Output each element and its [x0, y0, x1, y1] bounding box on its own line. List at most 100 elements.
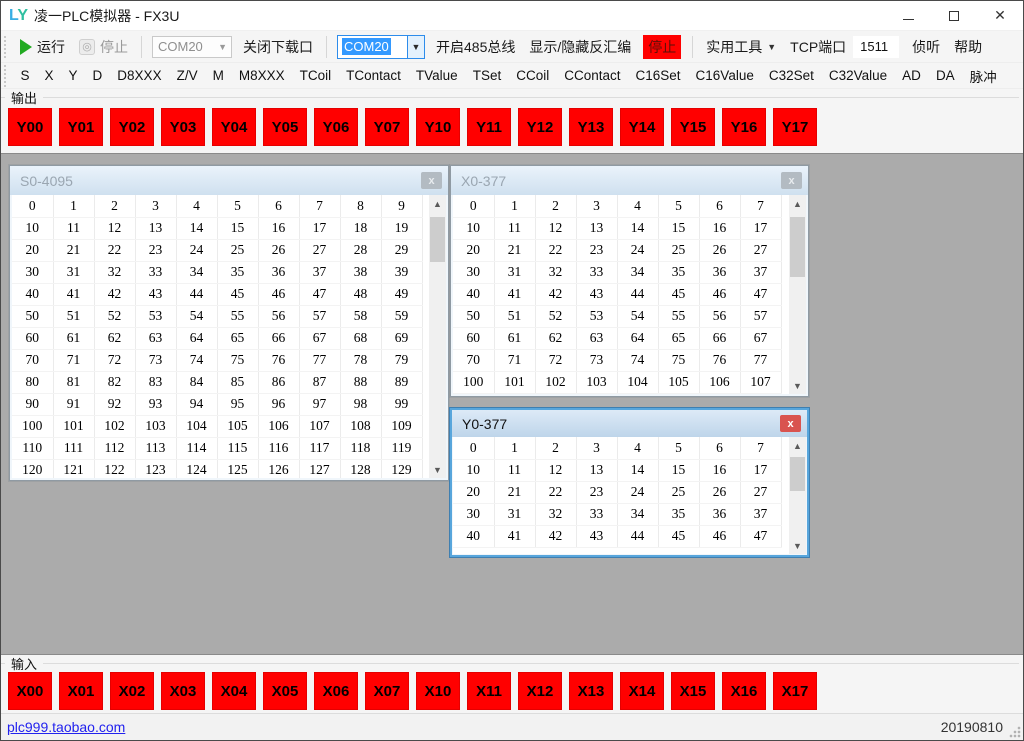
grid-cell-42[interactable]: 42 — [94, 283, 135, 305]
grid-cell-16[interactable]: 16 — [699, 217, 740, 239]
grid-cell-25[interactable]: 25 — [658, 239, 699, 261]
grid-cell-62[interactable]: 62 — [94, 327, 135, 349]
grid-cell-94[interactable]: 94 — [176, 393, 217, 415]
grid-cell-31[interactable]: 31 — [494, 503, 535, 525]
grid-cell-127[interactable]: 127 — [299, 459, 340, 478]
output-button-Y14[interactable]: Y14 — [620, 108, 664, 146]
grid-cell-46[interactable]: 46 — [258, 283, 299, 305]
scroll-down-icon[interactable]: ▼ — [789, 537, 806, 554]
grid-cell-40[interactable]: 40 — [12, 283, 53, 305]
device-tab-m[interactable]: M — [205, 66, 231, 85]
device-tab-z-v[interactable]: Z/V — [169, 66, 205, 85]
grid-cell-3[interactable]: 3 — [576, 437, 617, 459]
device-tab-m8xxx[interactable]: M8XXX — [231, 66, 292, 85]
grid-cell-90[interactable]: 90 — [12, 393, 53, 415]
grid-cell-33[interactable]: 33 — [135, 261, 176, 283]
grid-cell-20[interactable]: 20 — [453, 481, 494, 503]
grid-cell-37[interactable]: 37 — [740, 503, 781, 525]
grid-cell-116[interactable]: 116 — [258, 437, 299, 459]
grid-cell-47[interactable]: 47 — [299, 283, 340, 305]
grid-cell-99[interactable]: 99 — [381, 393, 422, 415]
grid-cell-11[interactable]: 11 — [494, 459, 535, 481]
grid-cell-2[interactable]: 2 — [535, 195, 576, 217]
grid-cell-93[interactable]: 93 — [135, 393, 176, 415]
device-tab-c16set[interactable]: C16Set — [628, 66, 688, 85]
grid-cell-14[interactable]: 14 — [617, 217, 658, 239]
grid-cell-102[interactable]: 102 — [94, 415, 135, 437]
grid-cell-22[interactable]: 22 — [535, 481, 576, 503]
grid-cell-40[interactable]: 40 — [453, 283, 494, 305]
grid-cell-6[interactable]: 6 — [258, 195, 299, 217]
taobao-link[interactable]: plc999.taobao.com — [7, 719, 125, 735]
grid-cell-19[interactable]: 19 — [381, 217, 422, 239]
grid-cell-77[interactable]: 77 — [299, 349, 340, 371]
input-button-X01[interactable]: X01 — [59, 672, 103, 710]
grid-cell-87[interactable]: 87 — [299, 371, 340, 393]
grid-cell-50[interactable]: 50 — [453, 305, 494, 327]
grid-cell-89[interactable]: 89 — [381, 371, 422, 393]
device-tab-x[interactable]: X — [37, 66, 61, 85]
grid-cell-22[interactable]: 22 — [94, 239, 135, 261]
grid-cell-67[interactable]: 67 — [740, 327, 781, 349]
grid-cell-3[interactable]: 3 — [135, 195, 176, 217]
listen-button[interactable]: 侦听 — [905, 37, 947, 57]
grid-cell-43[interactable]: 43 — [576, 283, 617, 305]
device-tab-c32set[interactable]: C32Set — [761, 66, 821, 85]
input-button-X15[interactable]: X15 — [671, 672, 715, 710]
grid-cell-105[interactable]: 105 — [658, 371, 699, 393]
grid-cell-1[interactable]: 1 — [53, 195, 94, 217]
grid-cell-41[interactable]: 41 — [494, 283, 535, 305]
grid-cell-17[interactable]: 17 — [740, 459, 781, 481]
output-button-Y15[interactable]: Y15 — [671, 108, 715, 146]
grid-cell-71[interactable]: 71 — [53, 349, 94, 371]
grid-cell-37[interactable]: 37 — [299, 261, 340, 283]
mdi-window-s0-4095[interactable]: S0-4095 x 012345678910111213141516171819… — [9, 165, 449, 481]
grid-cell-54[interactable]: 54 — [617, 305, 658, 327]
grid-cell-23[interactable]: 23 — [576, 481, 617, 503]
input-button-X16[interactable]: X16 — [722, 672, 766, 710]
grid-cell-17[interactable]: 17 — [740, 217, 781, 239]
grid-cell-39[interactable]: 39 — [381, 261, 422, 283]
grid-cell-0[interactable]: 0 — [12, 195, 53, 217]
vertical-scrollbar[interactable]: ▲ ▼ — [789, 195, 806, 394]
mdi-close-icon[interactable]: x — [421, 172, 442, 189]
grid-cell-69[interactable]: 69 — [381, 327, 422, 349]
grid-cell-117[interactable]: 117 — [299, 437, 340, 459]
grid-cell-101[interactable]: 101 — [494, 371, 535, 393]
grid-cell-75[interactable]: 75 — [658, 349, 699, 371]
grid-cell-46[interactable]: 46 — [699, 283, 740, 305]
grid-cell-52[interactable]: 52 — [94, 305, 135, 327]
grid-cell-60[interactable]: 60 — [453, 327, 494, 349]
grid-cell-70[interactable]: 70 — [453, 349, 494, 371]
grid-cell-4[interactable]: 4 — [617, 437, 658, 459]
grid-cell-13[interactable]: 13 — [576, 217, 617, 239]
grid-cell-122[interactable]: 122 — [94, 459, 135, 478]
grid-cell-12[interactable]: 12 — [535, 217, 576, 239]
grid-cell-53[interactable]: 53 — [135, 305, 176, 327]
grid-cell-28[interactable]: 28 — [340, 239, 381, 261]
minimize-button[interactable] — [885, 1, 931, 31]
grid-cell-96[interactable]: 96 — [258, 393, 299, 415]
output-button-Y17[interactable]: Y17 — [773, 108, 817, 146]
output-button-Y05[interactable]: Y05 — [263, 108, 307, 146]
grid-cell-9[interactable]: 9 — [381, 195, 422, 217]
input-button-X07[interactable]: X07 — [365, 672, 409, 710]
grid-cell-14[interactable]: 14 — [176, 217, 217, 239]
grid-cell-85[interactable]: 85 — [217, 371, 258, 393]
grid-cell-36[interactable]: 36 — [699, 503, 740, 525]
grid-cell-26[interactable]: 26 — [699, 239, 740, 261]
grid-cell-59[interactable]: 59 — [381, 305, 422, 327]
grid-cell-31[interactable]: 31 — [494, 261, 535, 283]
grid-cell-65[interactable]: 65 — [658, 327, 699, 349]
device-tab-ad[interactable]: AD — [895, 66, 929, 85]
mdi-close-icon[interactable]: x — [780, 415, 801, 432]
grid-cell-55[interactable]: 55 — [217, 305, 258, 327]
grid-cell-16[interactable]: 16 — [258, 217, 299, 239]
scrollbar-thumb[interactable] — [790, 457, 805, 491]
grid-cell-21[interactable]: 21 — [53, 239, 94, 261]
grid-cell-21[interactable]: 21 — [494, 239, 535, 261]
grid-cell-51[interactable]: 51 — [494, 305, 535, 327]
mdi-window-y0-377[interactable]: Y0-377 x 0123456710111213141516172021222… — [450, 408, 809, 557]
mdi-close-icon[interactable]: x — [781, 172, 802, 189]
grid-cell-37[interactable]: 37 — [740, 261, 781, 283]
